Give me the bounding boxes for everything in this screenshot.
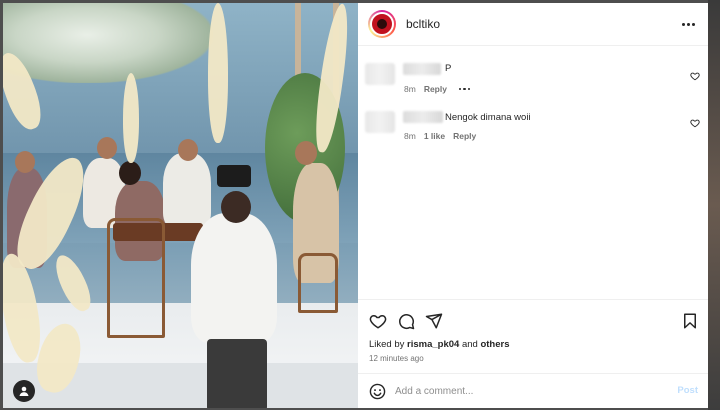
liked-by-others[interactable]: others: [480, 339, 509, 350]
comment-likes[interactable]: 1 like: [424, 131, 445, 141]
comment-text: P: [445, 63, 452, 74]
photo-frond: [123, 73, 139, 163]
post-username[interactable]: bcltiko: [406, 17, 440, 31]
comment-item: Nengok dimana woii 8m 1 like Reply: [358, 105, 708, 155]
post-actions: [358, 299, 708, 339]
liked-by-user[interactable]: risma_pk04: [407, 339, 459, 350]
photo-person: [163, 153, 211, 228]
photo-trousers: [207, 339, 267, 408]
comment-avatar-blurred[interactable]: [365, 63, 395, 85]
share-send-icon[interactable]: [425, 312, 443, 330]
comment-like-heart-icon[interactable]: [690, 71, 700, 81]
comment-username-blurred[interactable]: [403, 111, 443, 123]
photo-chair: [107, 218, 165, 338]
photo-head: [97, 137, 117, 159]
comment-bubble-icon[interactable]: [397, 312, 415, 330]
comment-like-heart-icon[interactable]: [690, 118, 700, 128]
photo-chair: [298, 253, 338, 313]
save-bookmark-icon[interactable]: [681, 312, 699, 330]
avatar[interactable]: [368, 10, 396, 38]
photo-head: [119, 161, 141, 185]
backdrop-edge: [708, 0, 720, 410]
comment-meta: 8m 1 like Reply: [404, 131, 476, 141]
likes-prefix: Liked by: [369, 339, 405, 350]
comment-time: 8m: [404, 131, 416, 141]
post-timestamp: 12 minutes ago: [369, 354, 424, 363]
add-comment-bar: Post: [358, 373, 708, 408]
comment-meta: 8m Reply: [404, 84, 471, 94]
like-heart-icon[interactable]: [369, 312, 387, 330]
photo-head: [15, 151, 35, 173]
comment-username-blurred[interactable]: [403, 63, 441, 75]
photo-foliage: [3, 3, 213, 83]
more-horizontal-icon[interactable]: [678, 16, 698, 32]
post-header: bcltiko: [358, 3, 708, 46]
post-photo[interactable]: [3, 3, 358, 408]
comment-time: 8m: [404, 84, 416, 94]
comment-text: Nengok dimana woii: [445, 112, 531, 123]
likes-joiner: and: [461, 339, 478, 350]
reply-button[interactable]: Reply: [453, 131, 476, 141]
photo-head: [295, 141, 317, 165]
reply-button[interactable]: Reply: [424, 84, 447, 94]
photo-photographer: [191, 213, 277, 343]
photo-frond: [208, 3, 228, 143]
tagged-user-icon[interactable]: [13, 380, 35, 402]
post-comment-button[interactable]: Post: [677, 385, 698, 396]
photo-camera: [217, 165, 251, 187]
comment-item: P 8m Reply: [358, 53, 708, 103]
comment-avatar-blurred[interactable]: [365, 111, 395, 133]
emoji-icon[interactable]: [369, 383, 386, 400]
post-modal: bcltiko P 8m Reply Nengok dimana woii 8m…: [3, 3, 708, 408]
post-side-panel: bcltiko P 8m Reply Nengok dimana woii 8m…: [358, 3, 708, 408]
photo-head: [178, 139, 198, 161]
photo-head: [221, 191, 251, 223]
comment-more-icon[interactable]: [458, 87, 471, 91]
avatar-image: [370, 12, 394, 36]
comment-input[interactable]: [395, 383, 665, 400]
likes-summary: Liked by risma_pk04 and others: [369, 339, 510, 350]
